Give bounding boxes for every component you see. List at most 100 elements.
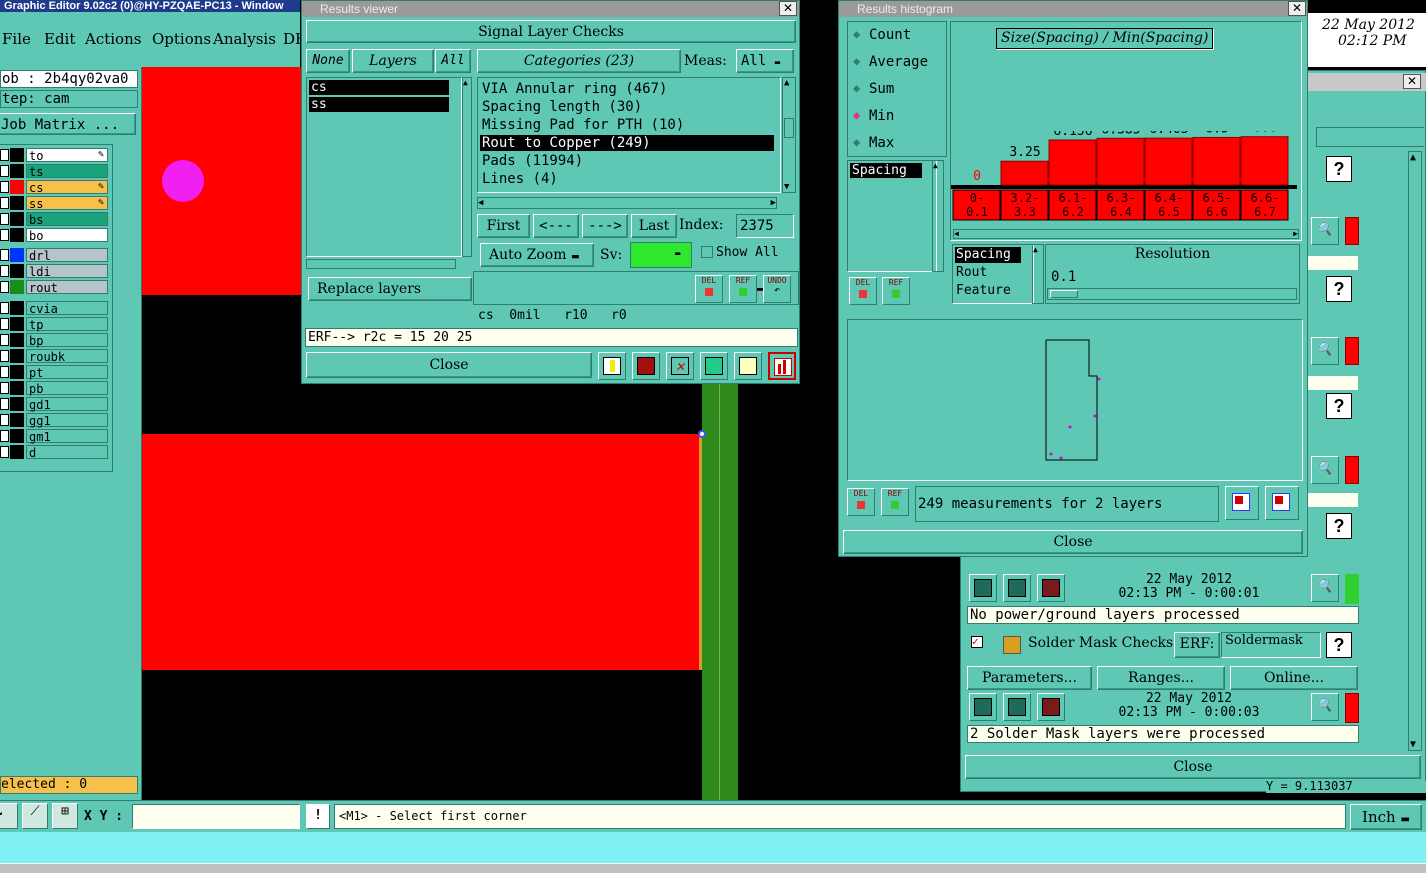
measure-item[interactable]: Spacing bbox=[850, 163, 922, 178]
ref-icon[interactable]: REF bbox=[729, 275, 757, 303]
layer-checkbox[interactable] bbox=[0, 334, 9, 346]
layer-row[interactable]: cvia bbox=[0, 301, 112, 316]
rv-close-icon[interactable]: ✕ bbox=[779, 1, 797, 16]
stat-option-max[interactable]: ◆ Max bbox=[849, 133, 945, 153]
layer-checkbox[interactable] bbox=[0, 265, 9, 277]
category-hscroll[interactable]: ◀ ▶ bbox=[477, 197, 777, 209]
export-icon[interactable] bbox=[1225, 486, 1259, 520]
rv-close-button[interactable]: Close bbox=[306, 352, 592, 378]
units-select[interactable]: Inch ▬ bbox=[1350, 804, 1422, 830]
zoom-icon[interactable]: 🔍 bbox=[1311, 574, 1339, 602]
layer-checkbox[interactable] bbox=[0, 398, 9, 410]
zoom-icon[interactable]: 🔍 bbox=[1311, 217, 1339, 245]
layer-checkbox[interactable] bbox=[0, 281, 9, 293]
menu-analysis[interactable]: Analysis bbox=[213, 30, 276, 48]
erf-field[interactable]: Soldermask bbox=[1221, 632, 1321, 658]
histogram-chart[interactable]: 00-0.13.253.2-3.36.1566.1-6.26.3856.3-6.… bbox=[951, 131, 1301, 227]
layer-row[interactable]: gd1 bbox=[0, 397, 112, 412]
histogram-bar[interactable] bbox=[1048, 139, 1097, 186]
layer-row[interactable]: drl bbox=[0, 248, 112, 263]
zoom-icon[interactable]: 🔍 bbox=[1311, 337, 1339, 365]
chart-hscroll[interactable]: ◀ ▶ bbox=[953, 229, 1299, 239]
layer-row[interactable]: gg1 bbox=[0, 413, 112, 428]
checks-close-button[interactable]: Close bbox=[965, 755, 1421, 779]
histogram-close-button[interactable]: Close bbox=[843, 530, 1303, 554]
parameters-button[interactable]: Parameters... bbox=[967, 666, 1092, 690]
index-input[interactable]: 2375 bbox=[736, 214, 794, 238]
layer-list-scrollbar[interactable]: ▲ bbox=[462, 77, 472, 257]
layer-checkbox[interactable] bbox=[0, 213, 9, 225]
layer-checkbox[interactable] bbox=[0, 302, 9, 314]
layer-checkbox[interactable] bbox=[0, 318, 9, 330]
sv-color-select[interactable]: ▬ bbox=[630, 242, 692, 268]
category-item[interactable]: Spacing length (30) bbox=[480, 99, 774, 115]
category-item[interactable]: Rout to Copper (249) bbox=[480, 135, 774, 151]
resolution-item[interactable]: Feature bbox=[955, 283, 1021, 299]
stat-option-min[interactable]: ◆ Min bbox=[849, 106, 945, 126]
layer-checkbox[interactable] bbox=[0, 446, 9, 458]
histogram-bar[interactable] bbox=[1096, 137, 1145, 186]
layer-list-hscroll[interactable] bbox=[306, 259, 456, 269]
layer-row[interactable]: bs bbox=[0, 212, 112, 227]
run-icon[interactable] bbox=[1003, 693, 1031, 721]
online-button[interactable]: Online... bbox=[1230, 666, 1358, 690]
layer-row[interactable]: pt bbox=[0, 365, 112, 380]
run-icon[interactable] bbox=[969, 693, 997, 721]
result-layer-item[interactable]: cs bbox=[309, 80, 449, 95]
all-layers-button[interactable]: All bbox=[435, 49, 471, 73]
resolution-item[interactable]: Spacing bbox=[955, 247, 1021, 263]
del-icon[interactable]: DEL bbox=[847, 488, 875, 516]
checks-scrollbar[interactable]: ▲ ▼ bbox=[1408, 151, 1422, 751]
layer-row[interactable]: ldi bbox=[0, 264, 112, 279]
run-icon[interactable] bbox=[1003, 574, 1031, 602]
report-icon[interactable] bbox=[734, 352, 762, 380]
display-icon[interactable] bbox=[632, 352, 660, 380]
auto-zoom-select[interactable]: Auto Zoom ▬ bbox=[480, 243, 594, 267]
help-icon[interactable]: ? bbox=[1326, 156, 1352, 182]
menu-options[interactable]: Options bbox=[152, 30, 211, 48]
grid-icon[interactable]: ⊞ bbox=[52, 803, 78, 829]
show-all-checkbox[interactable] bbox=[701, 246, 713, 258]
layer-row[interactable]: bo bbox=[0, 228, 112, 243]
layer-checkbox[interactable] bbox=[0, 181, 9, 193]
layer-checkbox[interactable] bbox=[0, 382, 9, 394]
xy-input[interactable] bbox=[132, 804, 300, 829]
layers-button[interactable]: Layers bbox=[352, 49, 434, 73]
step-icon[interactable] bbox=[700, 352, 728, 380]
zoom-icon[interactable]: 🔍 bbox=[1311, 693, 1339, 721]
erf-button[interactable]: ERF: bbox=[1174, 632, 1220, 658]
clear-icon[interactable]: ✕ bbox=[666, 352, 694, 380]
ref-icon[interactable]: REF bbox=[882, 277, 910, 305]
layer-checkbox[interactable] bbox=[0, 197, 9, 209]
category-item[interactable]: Lines (4) bbox=[480, 171, 774, 187]
ranges-button[interactable]: Ranges... bbox=[1097, 666, 1225, 690]
layer-row[interactable]: cs ✎ bbox=[0, 180, 112, 195]
categories-button[interactable]: Categories (23) bbox=[477, 49, 681, 73]
import-icon[interactable] bbox=[1265, 486, 1299, 520]
menu-edit[interactable]: Edit bbox=[44, 30, 75, 48]
layer-row[interactable]: ss ✎ bbox=[0, 196, 112, 211]
del-icon[interactable]: DEL bbox=[695, 275, 723, 303]
layer-checkbox[interactable] bbox=[0, 414, 9, 426]
checks-close-icon[interactable]: ✕ bbox=[1403, 74, 1421, 89]
histogram-close-icon[interactable]: ✕ bbox=[1288, 1, 1306, 16]
layer-checkbox[interactable] bbox=[0, 229, 9, 241]
result-layer-item[interactable]: ss bbox=[309, 97, 449, 112]
layer-checkbox[interactable] bbox=[0, 430, 9, 442]
highlight-icon[interactable] bbox=[598, 352, 626, 380]
stat-option-average[interactable]: ◆ Average bbox=[849, 52, 945, 72]
category-item[interactable]: Missing Pad for PTH (10) bbox=[480, 117, 774, 133]
measure-scrollbar[interactable]: ▲ bbox=[932, 160, 944, 272]
help-icon[interactable]: ? bbox=[1326, 393, 1352, 419]
run-icon[interactable] bbox=[969, 574, 997, 602]
ref-icon[interactable]: REF bbox=[881, 488, 909, 516]
next-button[interactable]: ---> bbox=[582, 214, 628, 238]
stat-option-count[interactable]: ◆ Count bbox=[849, 25, 945, 45]
alert-icon[interactable]: ! bbox=[306, 804, 330, 829]
category-scrollbar[interactable]: ▲ ▼ bbox=[782, 77, 796, 193]
histogram-bar[interactable] bbox=[1240, 136, 1289, 186]
layer-row[interactable]: d bbox=[0, 445, 112, 460]
prev-button[interactable]: <--- bbox=[533, 214, 579, 238]
none-button[interactable]: None bbox=[306, 49, 350, 73]
layer-checkbox[interactable] bbox=[0, 165, 9, 177]
